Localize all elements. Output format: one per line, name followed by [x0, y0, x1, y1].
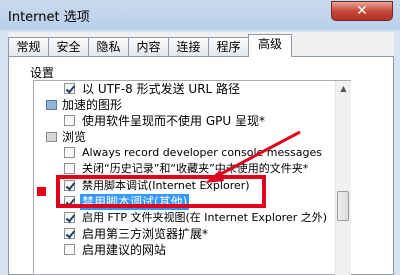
internet-options-window: Internet 选项 ✕ 常规 安全 隐私 内容 连接 程序 高级 设置 以 … — [0, 0, 400, 275]
annotation-arrow-icon — [205, 130, 301, 183]
tab-advanced[interactable]: 高级 — [248, 34, 292, 57]
